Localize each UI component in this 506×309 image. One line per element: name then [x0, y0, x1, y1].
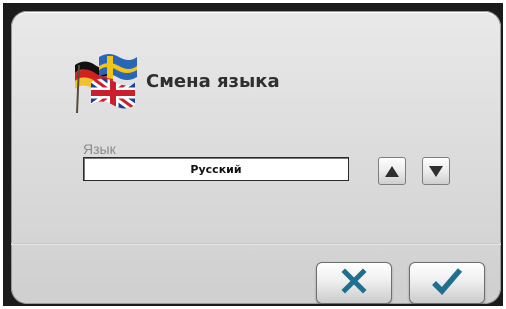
triangle-up-icon	[385, 165, 399, 177]
x-icon	[341, 267, 367, 299]
confirm-button[interactable]	[409, 262, 485, 304]
language-down-button[interactable]	[422, 157, 450, 185]
checkmark-icon	[431, 267, 463, 300]
cancel-button[interactable]	[316, 262, 392, 304]
language-flags-icon	[73, 51, 139, 115]
language-up-button[interactable]	[378, 157, 406, 185]
triangle-down-icon	[429, 165, 443, 177]
window-frame: Смена языка Язык Русский	[3, 3, 503, 306]
language-field[interactable]: Русский	[83, 157, 349, 181]
dialog-title: Смена языка	[146, 71, 280, 92]
language-value: Русский	[190, 162, 242, 176]
language-dialog: Смена языка Язык Русский	[11, 11, 501, 304]
language-label: Язык	[83, 141, 116, 157]
footer-separator	[11, 243, 501, 245]
